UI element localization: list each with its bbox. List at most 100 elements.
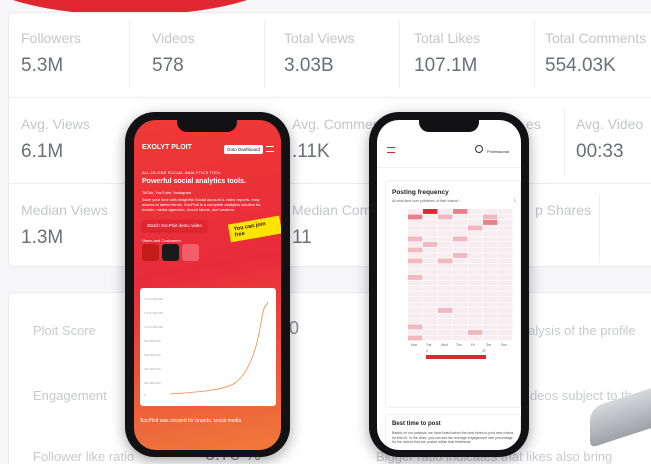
y-tick: 1,000,000,000	[144, 297, 164, 301]
heatmap-cell	[498, 220, 513, 225]
heatmap-cell	[483, 330, 498, 335]
heatmap-cell	[438, 214, 453, 220]
heatmap-cell	[423, 324, 438, 330]
col-divider	[564, 108, 565, 176]
heatmap-cell	[453, 247, 468, 253]
heatmap-cell	[423, 302, 438, 308]
growth-chart: 1,000,000,000 1,000,000,000 1,000,000,00…	[140, 288, 276, 406]
heatmap-cell	[438, 324, 453, 330]
heatmap-cell	[423, 253, 438, 258]
heatmap-cell	[408, 302, 423, 308]
platforms-text: TikTok, YouTube, Instagram	[142, 190, 192, 195]
stat-value: 1.3M	[21, 227, 64, 248]
heatmap-cell	[438, 231, 453, 236]
stat-value: 578	[152, 55, 184, 76]
day-label: Tue	[426, 343, 432, 347]
heatmap-cell	[408, 236, 423, 242]
heatmap-cell	[453, 286, 468, 291]
heatmap-cell	[438, 280, 453, 286]
heatmap-cell	[468, 291, 483, 297]
scale-label: 20	[482, 349, 486, 353]
heatmap-cell	[423, 319, 438, 324]
follower-like-label: Follower like ratio	[33, 449, 135, 464]
heatmap-cell	[498, 264, 513, 269]
user-icon[interactable]	[475, 145, 483, 153]
phone-notch	[177, 120, 237, 132]
heatmap-cell	[468, 330, 483, 335]
heatmap-cell	[423, 236, 438, 242]
heatmap-cell	[468, 324, 483, 330]
heatmap-cell	[438, 313, 453, 319]
heatmap-cell	[423, 220, 438, 225]
hero-text: TikTok, YouTube, Instagram Save your tim…	[142, 190, 272, 212]
heatmap-cell	[468, 236, 483, 242]
heatmap-cell	[468, 242, 483, 247]
heatmap-cell	[468, 280, 483, 286]
heatmap-cell	[498, 308, 513, 313]
col-divider	[264, 21, 265, 89]
heatmap-cell	[408, 209, 423, 214]
heatmap-cell	[408, 220, 423, 225]
heatmap-cell	[468, 335, 483, 341]
heatmap-cell	[498, 209, 513, 214]
stat-label: Avg. Views	[21, 116, 90, 132]
stat-label: Followers	[21, 30, 81, 46]
heatmap-cell	[438, 319, 453, 324]
stat-label: Total Comments	[545, 30, 647, 46]
heatmap-cell	[453, 264, 468, 269]
heatmap-cell	[483, 297, 498, 302]
heatmap-cell	[408, 319, 423, 324]
heatmap-cell	[468, 319, 483, 324]
stat-label: Median Views	[21, 202, 108, 218]
stat-label: es	[526, 116, 541, 132]
customer-logo	[142, 244, 159, 261]
heatmap-cell	[483, 209, 498, 214]
heatmap-cell	[483, 242, 498, 247]
y-tick: 400,000,000	[144, 367, 161, 371]
phone-1: EXOLYT PLOIT Goto Dashboard ALL-IN-ONE S…	[125, 112, 290, 457]
heatmap-cell	[408, 264, 423, 269]
heatmap-cell	[423, 280, 438, 286]
heatmap-cell	[453, 214, 468, 220]
heatmap-cell	[408, 242, 423, 247]
stat-median-shares: p Shares	[535, 202, 591, 227]
analysis-text: alysis of the profile	[528, 323, 636, 338]
stat-value: 6.1M	[21, 141, 64, 162]
heatmap-cell	[483, 269, 498, 275]
heatmap-cell	[468, 297, 483, 302]
heatmap-cell	[483, 313, 498, 319]
heatmap-cell	[483, 220, 498, 225]
heatmap-cell	[408, 280, 423, 286]
download-icon[interactable]: ⤓	[514, 197, 516, 203]
heatmap-cell	[498, 269, 513, 275]
heatmap-cell	[408, 247, 423, 253]
heatmap-cell	[438, 209, 453, 214]
heatmap-cell	[483, 236, 498, 242]
heatmap-cell	[423, 313, 438, 319]
menu-icon[interactable]	[266, 146, 274, 152]
heatmap-cell	[498, 319, 513, 324]
heatmap-cell	[498, 253, 513, 258]
phone-2: Professional Posting frequency At what t…	[369, 112, 529, 457]
heatmap-cell	[423, 286, 438, 291]
goto-dashboard-button[interactable]: Goto Dashboard	[223, 145, 263, 154]
heatmap-cell	[453, 209, 468, 214]
menu-icon[interactable]	[387, 147, 395, 153]
heatmap-cell	[468, 264, 483, 269]
heatmap-cell	[438, 275, 453, 280]
headline: Powerful social analytics tools.	[142, 178, 246, 185]
tagline: ALL-IN-ONE SOCIAL ANALYTICS TOOL	[142, 170, 222, 175]
heatmap-cell	[423, 330, 438, 335]
heatmap-cell	[408, 225, 423, 231]
heatmap-cell	[408, 308, 423, 313]
scale-label: 0	[426, 349, 428, 353]
heatmap-cell	[498, 236, 513, 242]
heatmap-cell	[453, 308, 468, 313]
stat-value: 107.1M	[414, 55, 478, 76]
demo-video-button[interactable]: Watch SocPloit demo video	[142, 220, 207, 231]
heatmap-cell	[468, 275, 483, 280]
heatmap-cell	[453, 302, 468, 308]
heatmap-cell	[468, 253, 483, 258]
heatmap-cell	[438, 302, 453, 308]
day-label: Thu	[456, 343, 462, 347]
